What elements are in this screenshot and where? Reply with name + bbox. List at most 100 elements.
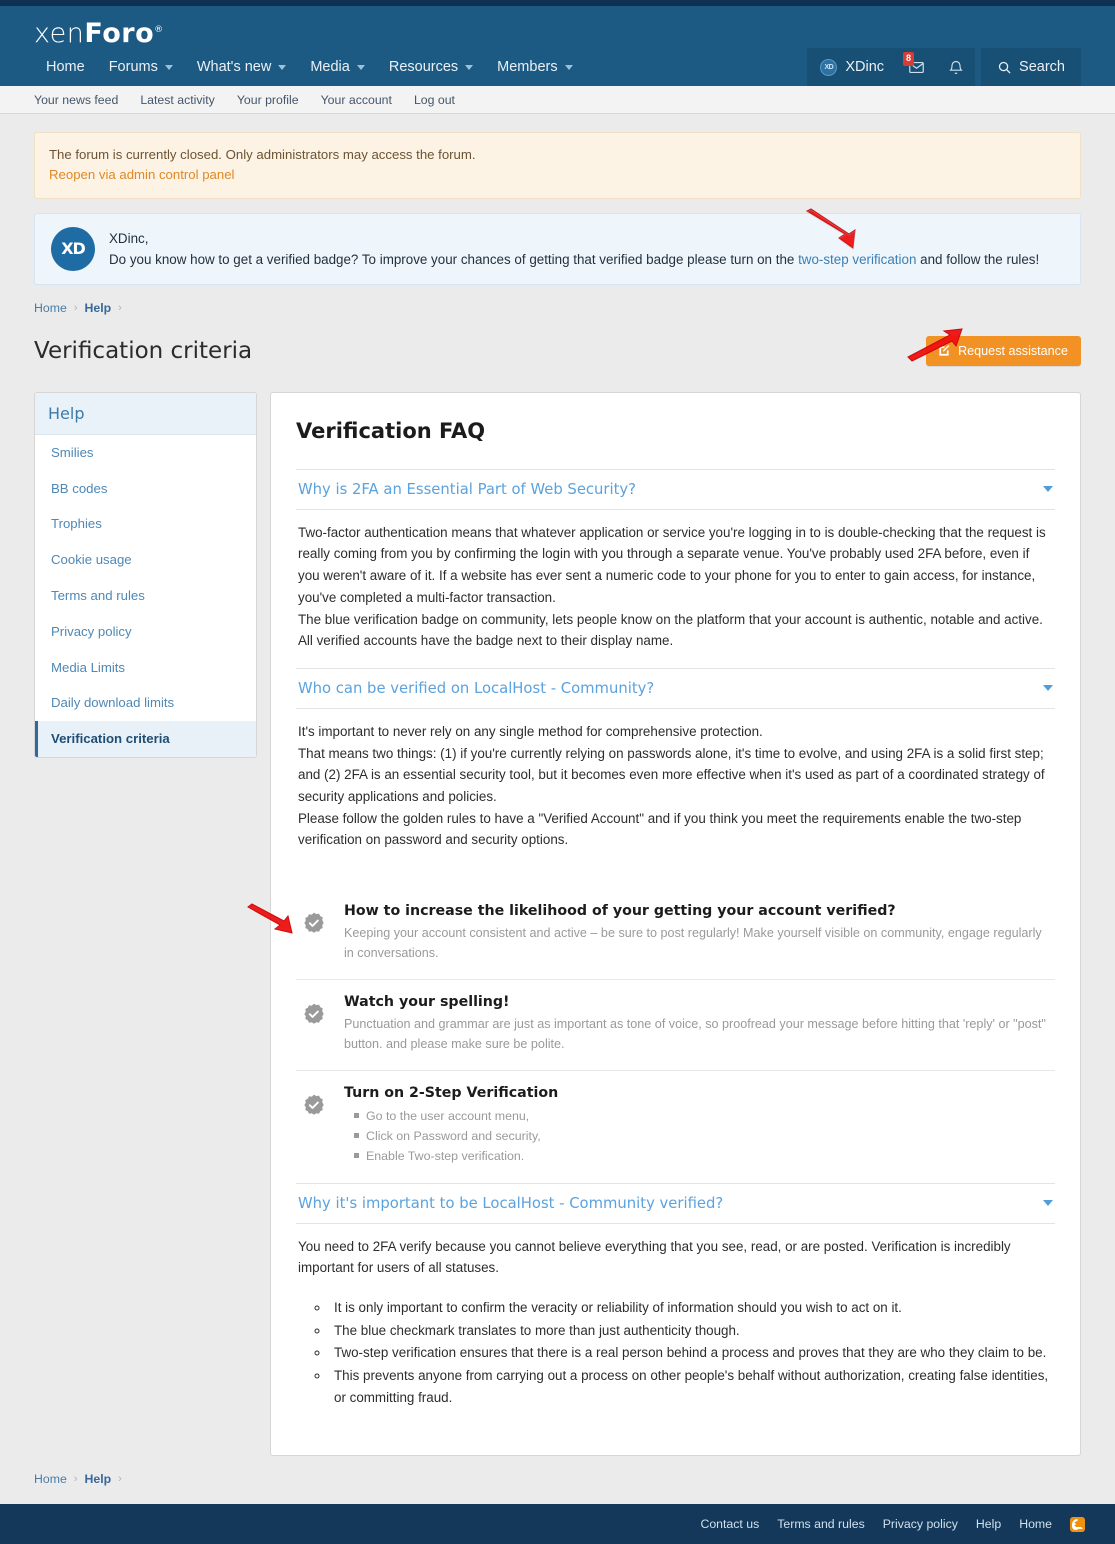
footer-link-home[interactable]: Home: [1019, 1517, 1052, 1531]
faq-question-who-can-be-verified[interactable]: Who can be verified on LocalHost - Commu…: [296, 668, 1055, 709]
nav-item-forums[interactable]: Forums: [97, 50, 185, 84]
search-label: Search: [1019, 59, 1065, 75]
checklist-step: Enable Two-step verification.: [366, 1146, 558, 1166]
verified-badge-icon: [302, 1085, 328, 1166]
secondary-nav: Your news feed Latest activity Your prof…: [0, 86, 1115, 114]
chevron-down-icon: [1043, 1200, 1053, 1206]
subnav-your-news-feed[interactable]: Your news feed: [34, 93, 129, 107]
footer-bar: Contact us Terms and rules Privacy polic…: [0, 1504, 1115, 1544]
faq-paragraph: You need to 2FA verify because you canno…: [298, 1236, 1053, 1279]
user-menu-button[interactable]: XD XDinc: [807, 48, 897, 86]
checklist-item: How to increase the likelihood of your g…: [296, 889, 1055, 980]
faq-paragraph: Two-factor authentication means that wha…: [298, 522, 1053, 609]
primary-nav: Home Forums What's new Media Resources M…: [0, 48, 1115, 86]
breadcrumb-separator: ›: [118, 1473, 122, 1485]
chevron-down-icon: [357, 65, 365, 70]
faq-question-why-important[interactable]: Why it's important to be LocalHost - Com…: [296, 1183, 1055, 1224]
sidebar-item-media-limits[interactable]: Media Limits: [35, 650, 256, 686]
bell-icon: [948, 59, 964, 76]
breadcrumb-separator: ›: [118, 302, 122, 314]
chevron-down-icon: [165, 65, 173, 70]
sidebar-item-cookie-usage[interactable]: Cookie usage: [35, 542, 256, 578]
nav-item-whats-new[interactable]: What's new: [185, 50, 299, 84]
request-assistance-button[interactable]: Request assistance: [926, 336, 1081, 366]
chevron-down-icon: [1043, 685, 1053, 691]
footer-link-privacy-policy[interactable]: Privacy policy: [883, 1517, 958, 1531]
checklist-item-title: Turn on 2-Step Verification: [344, 1085, 558, 1101]
nav-label: Forums: [109, 59, 158, 75]
sidebar-item-privacy-policy[interactable]: Privacy policy: [35, 614, 256, 650]
verified-badge-glyph: [302, 1093, 326, 1117]
breadcrumb-help[interactable]: Help: [84, 301, 111, 315]
faq-question-label: Why is 2FA an Essential Part of Web Secu…: [298, 481, 636, 498]
notice-greeting: XDinc,: [109, 228, 1039, 249]
sidebar-item-smilies[interactable]: Smilies: [35, 435, 256, 471]
nav-item-media[interactable]: Media: [298, 50, 377, 84]
faq-panel: Verification FAQ Why is 2FA an Essential…: [270, 392, 1081, 1457]
alerts-button[interactable]: [936, 48, 975, 86]
notice-forum-closed: The forum is currently closed. Only admi…: [34, 132, 1081, 199]
subnav-your-profile[interactable]: Your profile: [226, 93, 310, 107]
nav-item-members[interactable]: Members: [485, 50, 584, 84]
checklist-step: Go to the user account menu,: [366, 1106, 558, 1126]
sidebar-item-verification-criteria[interactable]: Verification criteria: [35, 721, 256, 757]
nav-item-home[interactable]: Home: [34, 50, 97, 84]
inbox-button[interactable]: 8: [897, 48, 936, 86]
username-label: XDinc: [845, 59, 884, 75]
faq-paragraph: The blue verification badge on community…: [298, 609, 1053, 652]
faq-question-label: Why it's important to be LocalHost - Com…: [298, 1195, 723, 1212]
subnav-latest-activity[interactable]: Latest activity: [129, 93, 226, 107]
header-user-area: XD XDinc 8 Search: [807, 48, 1081, 86]
footer-breadcrumb-help[interactable]: Help: [84, 1472, 111, 1486]
sidebar-item-terms-and-rules[interactable]: Terms and rules: [35, 578, 256, 614]
nav-label: Media: [310, 59, 350, 75]
notice-text-before: Do you know how to get a verified badge?…: [109, 252, 798, 267]
footer-link-terms-and-rules[interactable]: Terms and rules: [777, 1517, 864, 1531]
verified-badge-icon: [302, 903, 328, 963]
checklist-item-desc: Keeping your account consistent and acti…: [344, 924, 1053, 963]
request-assistance-label: Request assistance: [958, 344, 1068, 358]
checklist-item: Watch your spelling! Punctuation and gra…: [296, 980, 1055, 1071]
faq-bullet: It is only important to confirm the vera…: [330, 1297, 1053, 1319]
search-icon: [997, 60, 1012, 75]
sidebar-item-daily-download-limits[interactable]: Daily download limits: [35, 685, 256, 721]
pencil-square-icon: [937, 344, 951, 358]
subnav-your-account[interactable]: Your account: [310, 93, 403, 107]
footer-link-help[interactable]: Help: [976, 1517, 1001, 1531]
nav-item-resources[interactable]: Resources: [377, 50, 485, 84]
checklist-item-body: How to increase the likelihood of your g…: [344, 903, 1053, 963]
verified-badge-icon: [302, 994, 328, 1054]
subnav-log-out[interactable]: Log out: [403, 93, 466, 107]
footer-link-contact-us[interactable]: Contact us: [700, 1517, 759, 1531]
verification-checklist: How to increase the likelihood of your g…: [296, 889, 1055, 1182]
faq-heading: Verification FAQ: [296, 419, 1055, 443]
verified-badge-glyph: [302, 1002, 326, 1026]
content-columns: Help Smilies BB codes Trophies Cookie us…: [34, 392, 1081, 1457]
faq-question-2fa-essential[interactable]: Why is 2FA an Essential Part of Web Secu…: [296, 469, 1055, 510]
search-button[interactable]: Search: [981, 48, 1081, 86]
reopen-admin-panel-link[interactable]: Reopen via admin control panel: [49, 167, 234, 182]
chevron-down-icon: [278, 65, 286, 70]
faq-paragraph: Please follow the golden rules to have a…: [298, 808, 1053, 851]
faq-paragraph: It's important to never rely on any sing…: [298, 721, 1053, 743]
sidebar-item-trophies[interactable]: Trophies: [35, 506, 256, 542]
rss-arc: [1070, 1517, 1086, 1533]
nav-label: Resources: [389, 59, 458, 75]
two-step-verification-link[interactable]: two-step verification: [798, 252, 916, 267]
chevron-down-icon: [1043, 486, 1053, 492]
checklist-item-steps: Go to the user account menu, Click on Pa…: [344, 1106, 558, 1166]
site-header: xenForo® Home Forums What's new Media Re…: [0, 6, 1115, 86]
checklist-item-desc: Punctuation and grammar are just as impo…: [344, 1015, 1053, 1054]
notice-verified-badge: XD XDinc, Do you know how to get a verif…: [34, 213, 1081, 285]
site-logo[interactable]: xenForo®: [34, 18, 164, 49]
nav-label: Members: [497, 59, 557, 75]
sidebar-title: Help: [35, 393, 256, 435]
notice-sentence: Do you know how to get a verified badge?…: [109, 249, 1039, 270]
sidebar-item-bb-codes[interactable]: BB codes: [35, 471, 256, 507]
notice-verified-badge-body: XDinc, Do you know how to get a verified…: [109, 227, 1039, 271]
rss-icon[interactable]: [1070, 1517, 1085, 1532]
footer-breadcrumb-home[interactable]: Home: [34, 1472, 67, 1486]
notice-forum-closed-text: The forum is currently closed. Only admi…: [49, 145, 1066, 165]
faq-bullet: Two-step verification ensures that there…: [330, 1342, 1053, 1364]
breadcrumb-home[interactable]: Home: [34, 301, 67, 315]
